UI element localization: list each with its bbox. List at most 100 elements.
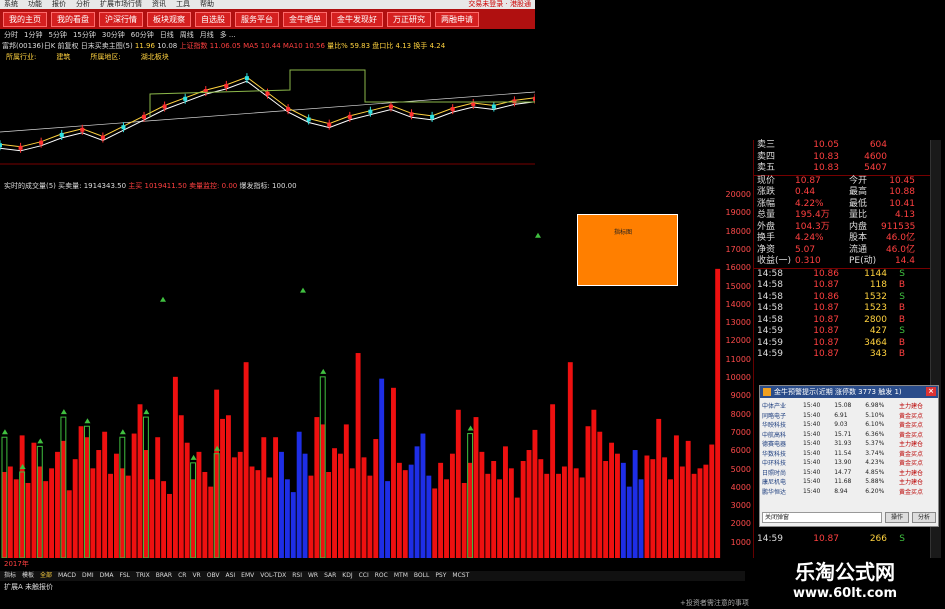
nav-button-4[interactable]: 自选股 bbox=[195, 11, 231, 27]
alert-row[interactable]: 中环科技 15:40 13.90 4.23% 黄金买点 bbox=[760, 458, 938, 468]
alert-row[interactable]: 鹏华恒达 15:40 8.94 6.20% 黄金买点 bbox=[760, 487, 938, 497]
indicator-tab-21[interactable]: MTM bbox=[394, 571, 408, 581]
nav-button-8[interactable]: 万正研究 bbox=[387, 11, 431, 27]
indicator-tab-23[interactable]: PSY bbox=[435, 571, 446, 581]
nav-button-0[interactable]: 我的主页 bbox=[3, 11, 47, 27]
book-price: 10.05 bbox=[813, 140, 839, 150]
close-icon[interactable]: × bbox=[926, 387, 936, 396]
industry-text-0: 所属行业: bbox=[6, 53, 37, 61]
volume-bar bbox=[561, 466, 567, 558]
watermark: 乐淘公式网 www.60lt.com bbox=[745, 558, 945, 609]
alert-row[interactable]: 中航高科 15:40 15.71 6.36% 黄金买点 bbox=[760, 430, 938, 440]
up-arrow-icon bbox=[60, 409, 67, 415]
alert-row[interactable]: 华数科技 15:40 11.54 3.74% 黄金买点 bbox=[760, 449, 938, 459]
operate-button[interactable]: 操作 bbox=[885, 512, 909, 523]
menu-item-7[interactable]: 帮助 bbox=[200, 0, 214, 9]
nav-button-2[interactable]: 沪深行情 bbox=[99, 11, 143, 27]
menu-item-3[interactable]: 分析 bbox=[76, 0, 90, 9]
nav-button-1[interactable]: 我的看盘 bbox=[51, 11, 95, 27]
period-tab-3[interactable]: 15分钟 bbox=[73, 30, 96, 40]
indicator-tab-4[interactable]: DMI bbox=[82, 571, 94, 581]
indicator-tab-17[interactable]: SAR bbox=[324, 571, 336, 581]
alert-row[interactable]: 德赛电器 15:40 31.93 5.37% 主力建仓 bbox=[760, 439, 938, 449]
period-tab-0[interactable]: 分时 bbox=[4, 30, 18, 40]
volume-bar bbox=[703, 464, 709, 558]
alert-cell: 4.23% bbox=[865, 459, 885, 467]
alert-row[interactable]: 日照时尚 15:40 14.77 4.85% 主力建仓 bbox=[760, 468, 938, 478]
volume-bar bbox=[184, 442, 190, 558]
indicator-tab-13[interactable]: EMV bbox=[241, 571, 254, 581]
indicator-tab-14[interactable]: VOL-TDX bbox=[260, 571, 286, 581]
indicator-tab-6[interactable]: FSL bbox=[120, 571, 131, 581]
period-tab-1[interactable]: 1分钟 bbox=[24, 30, 42, 40]
volume-bar bbox=[556, 473, 561, 558]
indicator-tab-1[interactable]: 模板 bbox=[22, 571, 34, 581]
indicator-tab-19[interactable]: CCI bbox=[359, 571, 369, 581]
nav-button-9[interactable]: 两融申请 bbox=[435, 11, 479, 27]
alert-row[interactable]: 同略电子 15:40 6.91 5.10% 黄金买点 bbox=[760, 411, 938, 421]
nav-button-3[interactable]: 板块观察 bbox=[147, 11, 191, 27]
volume-bar bbox=[84, 437, 90, 558]
indicator-tab-11[interactable]: OBV bbox=[207, 571, 220, 581]
indicator-tab-8[interactable]: BRAR bbox=[156, 571, 172, 581]
volume-bar bbox=[679, 466, 685, 558]
period-tab-9[interactable]: 多 ... bbox=[220, 30, 236, 40]
popup-input[interactable]: 关闭弹窗 bbox=[762, 512, 882, 523]
indicator-tab-18[interactable]: KDJ bbox=[342, 571, 352, 581]
nav-button-7[interactable]: 金牛发现好 bbox=[331, 11, 383, 27]
indicator-tab-9[interactable]: CR bbox=[178, 571, 186, 581]
indicator-tab-0[interactable]: 指标 bbox=[4, 571, 16, 581]
period-tab-8[interactable]: 月线 bbox=[200, 30, 214, 40]
tick-side: B bbox=[898, 303, 905, 313]
menu-item-6[interactable]: 工具 bbox=[176, 0, 190, 9]
indicator-tab-22[interactable]: BOLL bbox=[414, 571, 429, 581]
alert-row[interactable]: 华映科技 15:40 9.03 6.10% 黄金买点 bbox=[760, 420, 938, 430]
alert-cell: 5.37% bbox=[865, 440, 885, 448]
volume-bar bbox=[314, 417, 320, 558]
stat-value: 10.45 bbox=[889, 175, 915, 186]
axis-tick: 14000 bbox=[725, 299, 751, 309]
indicator-tab-12[interactable]: ASI bbox=[225, 571, 235, 581]
period-tab-5[interactable]: 60分钟 bbox=[131, 30, 154, 40]
volume-bar bbox=[567, 362, 573, 558]
menu-item-5[interactable]: 资讯 bbox=[152, 0, 166, 9]
nav-button-5[interactable]: 服务平台 bbox=[235, 11, 279, 27]
up-arrow-icon bbox=[160, 296, 166, 302]
indicator-tab-10[interactable]: VR bbox=[192, 571, 200, 581]
indicator-tab-15[interactable]: RSI bbox=[292, 571, 302, 581]
period-tab-6[interactable]: 日线 bbox=[160, 30, 174, 40]
indicator-tab-16[interactable]: WR bbox=[308, 571, 318, 581]
tick-price: 10.87 bbox=[813, 280, 839, 290]
volume-bar bbox=[485, 473, 491, 558]
volume-bar bbox=[573, 468, 579, 558]
menu-item-0[interactable]: 系统 bbox=[4, 0, 18, 9]
period-tab-4[interactable]: 30分钟 bbox=[102, 30, 125, 40]
alert-row[interactable]: 康尼机电 15:40 11.68 5.88% 主力建仓 bbox=[760, 477, 938, 487]
tick-cell: S bbox=[899, 534, 905, 544]
indicator-tab-2[interactable]: 全部 bbox=[40, 571, 52, 581]
nav-button-6[interactable]: 金牛晒单 bbox=[283, 11, 327, 27]
menu-item-1[interactable]: 功能 bbox=[28, 0, 42, 9]
indicator-tab-7[interactable]: TRIX bbox=[136, 571, 150, 581]
menu-item-4[interactable]: 扩展市场行情 bbox=[100, 0, 142, 9]
volume-bar bbox=[273, 437, 279, 558]
orange-panel[interactable]: 指标图 bbox=[577, 214, 678, 286]
indicator-tab-20[interactable]: ROC bbox=[375, 571, 388, 581]
tick-time: 14:58 bbox=[757, 303, 783, 313]
price-chart-footer bbox=[0, 163, 535, 165]
alert-row[interactable]: 中体产业 15:40 15.08 6.98% 主力建仓 bbox=[760, 401, 938, 411]
period-tab-2[interactable]: 5分钟 bbox=[48, 30, 66, 40]
volume-ratio: 量比% 59.83 bbox=[327, 42, 371, 50]
indicator-tab-5[interactable]: DMA bbox=[100, 571, 114, 581]
indicator-tab-24[interactable]: MCST bbox=[452, 571, 469, 581]
volume-bar bbox=[668, 479, 673, 558]
candle-body bbox=[183, 96, 188, 101]
analyze-button[interactable]: 分析 bbox=[912, 512, 936, 523]
menu-item-2[interactable]: 报价 bbox=[52, 0, 66, 9]
volume-bar bbox=[96, 450, 102, 558]
period-tab-7[interactable]: 周线 bbox=[180, 30, 194, 40]
volume-bar bbox=[632, 450, 638, 558]
stat-label: PE(动) bbox=[849, 256, 877, 266]
candle-body bbox=[471, 101, 476, 106]
indicator-tab-3[interactable]: MACD bbox=[58, 571, 76, 581]
